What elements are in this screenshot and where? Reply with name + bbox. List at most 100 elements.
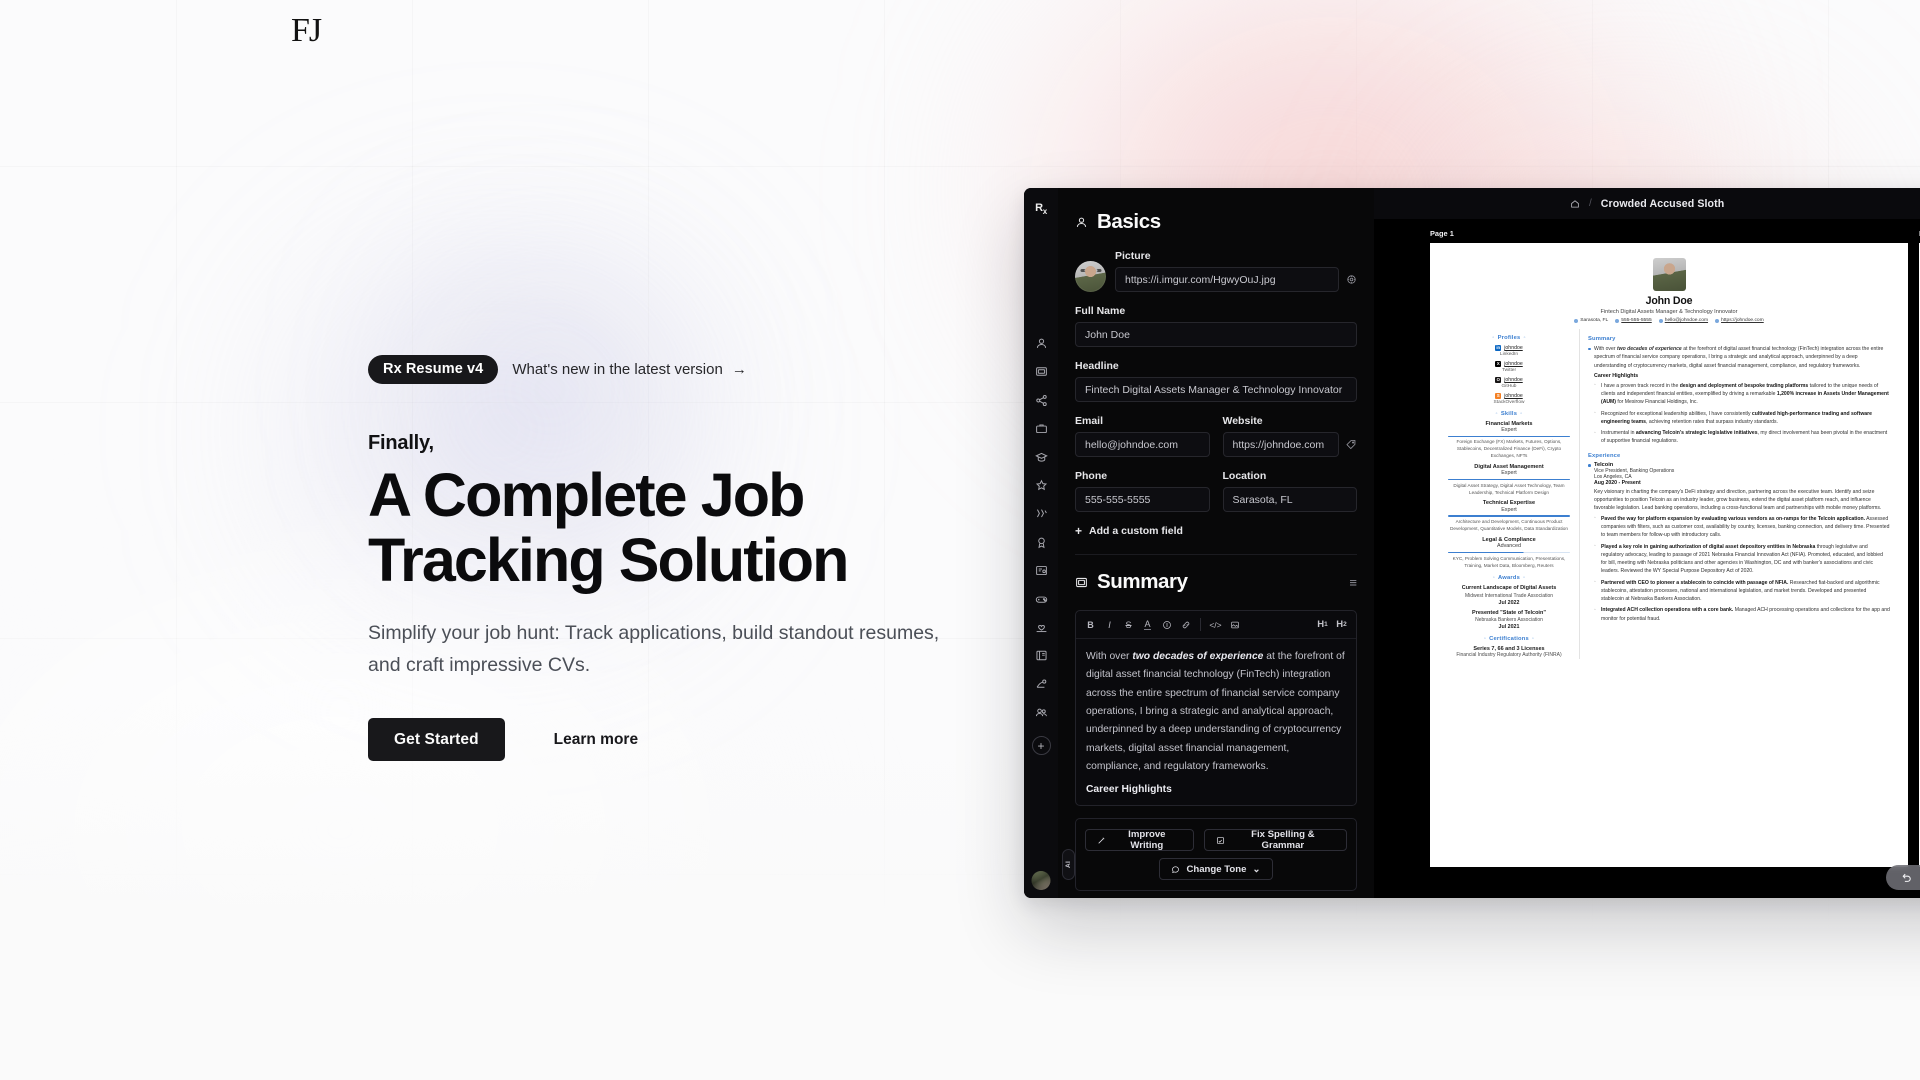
skill-keywords: Foreign Exchange (FX) Markets, Futures, …	[1456, 439, 1562, 459]
highlight-icon[interactable]	[1157, 615, 1176, 634]
ai-tab-label: AI	[1064, 861, 1072, 869]
skill-name: Financial Markets	[1485, 420, 1533, 427]
award-issuer: Nebraska Bankers Association	[1475, 617, 1543, 624]
toolbar-divider	[1200, 618, 1201, 631]
contact-phone: 555-555-5555	[1615, 318, 1652, 323]
sidebar-item-certifications[interactable]	[1034, 563, 1049, 578]
ai-assist-panel: AI Improve Writing Fix Spelling & Gramma…	[1062, 818, 1357, 892]
sidebar-item-awards[interactable]	[1034, 535, 1049, 550]
text-color-icon[interactable]: A	[1138, 615, 1157, 634]
profile-network: Twitter	[1501, 367, 1517, 373]
headline-input[interactable]	[1075, 377, 1357, 402]
sidebar-item-references[interactable]	[1034, 705, 1049, 720]
skill-level-bar	[1448, 515, 1570, 517]
experience-bullet-item: Paved the way for platform expansion by …	[1594, 514, 1890, 540]
picture-settings-icon[interactable]	[1346, 274, 1357, 285]
code-icon[interactable]: </>	[1206, 615, 1225, 634]
award-issuer: Midwest International Trade Association	[1464, 593, 1554, 600]
skill-keywords: KYC, Problem Solving Communication, Pres…	[1452, 555, 1566, 568]
sidebar-item-languages[interactable]	[1034, 506, 1049, 521]
preview-canvas[interactable]: Page 1 Page 2 John Doe Fintech Digital A…	[1374, 219, 1920, 898]
whats-new-label: What's new in the latest version	[512, 361, 723, 378]
sidebar-item-publications[interactable]	[1034, 648, 1049, 663]
learn-more-button[interactable]: Learn more	[541, 718, 638, 761]
sidebar-item-basics[interactable]	[1034, 336, 1049, 351]
bold-icon[interactable]: B	[1081, 615, 1100, 634]
award-date: Jul 2021	[1498, 624, 1520, 631]
profile-item: in johndoe LinkedIn	[1448, 345, 1570, 357]
add-custom-field-button[interactable]: + Add a custom field	[1075, 525, 1357, 537]
get-started-button[interactable]: Get Started	[368, 718, 505, 762]
tag-icon[interactable]	[1346, 439, 1357, 450]
link-icon[interactable]	[1176, 615, 1195, 634]
sidebar-item-experience[interactable]	[1034, 421, 1049, 436]
whats-new-link[interactable]: What's new in the latest version →	[512, 361, 746, 378]
skill-item: Legal & Compliance Advanced KYC, Problem S…	[1448, 537, 1570, 570]
heading-1-icon[interactable]: H1	[1313, 615, 1332, 634]
sidebar-item-projects[interactable]	[1034, 677, 1049, 692]
rx-resume-logo[interactable]: Rx	[1035, 202, 1047, 216]
hero-announcement-row: Rx Resume v4 What's new in the latest ve…	[368, 355, 988, 384]
learn-more-label: Learn more	[553, 730, 639, 748]
version-badge: Rx Resume v4	[368, 355, 499, 384]
picture-url-input[interactable]	[1115, 267, 1339, 292]
award-item: Current Landscape of Digital Assets Midwe…	[1448, 585, 1570, 605]
user-avatar[interactable]	[1031, 871, 1051, 890]
resume-name: John Doe	[1645, 295, 1693, 307]
fix-spelling-button[interactable]: Fix Spelling & Grammar	[1203, 829, 1347, 852]
contact-location: Sarasota, FL	[1574, 318, 1608, 323]
italic-icon[interactable]: I	[1100, 615, 1119, 634]
location-icon	[1574, 318, 1579, 323]
hero-section: Rx Resume v4 What's new in the latest ve…	[368, 355, 988, 762]
summary-editor: B I S A </> H1 H2 With over two decades …	[1075, 610, 1357, 807]
skill-item: Financial Markets Expert Foreign Exchange …	[1448, 421, 1570, 460]
phone-input[interactable]	[1075, 487, 1210, 512]
undo-icon[interactable]	[1900, 871, 1913, 884]
sidebar-item-interests[interactable]	[1034, 592, 1049, 607]
website-input[interactable]	[1222, 432, 1339, 457]
website-label: Website	[1222, 415, 1263, 427]
experience-bullet-item: Partnered with CEO to pioneer a stableco…	[1594, 578, 1890, 604]
resume-title[interactable]: Crowded Accused Sloth	[1601, 198, 1725, 210]
summary-editor-body[interactable]: With over two decades of experience at t…	[1076, 639, 1356, 805]
sidebar-item-profiles[interactable]	[1034, 393, 1049, 408]
basics-form-panel: Basics Picture Full Name Headline	[1058, 188, 1374, 898]
phone-field: Phone	[1075, 470, 1210, 512]
chevron-down-icon: ⌄	[1252, 863, 1261, 875]
fj-monogram-logo[interactable]: FJ	[291, 14, 322, 48]
sidebar-item-volunteering[interactable]	[1034, 620, 1049, 635]
summary-options-icon[interactable]: ≡	[1349, 576, 1357, 589]
summary-bold: two decades of experience	[1132, 651, 1264, 662]
picture-field: Picture	[1115, 250, 1357, 292]
award-title: Current Landscape of Digital Assets	[1461, 585, 1557, 592]
change-tone-button[interactable]: Change Tone ⌄	[1159, 858, 1273, 881]
add-custom-field-label: Add a custom field	[1089, 525, 1183, 537]
house-icon[interactable]	[1570, 199, 1580, 209]
sidebar-item-education[interactable]	[1034, 450, 1049, 465]
email-input[interactable]	[1075, 432, 1210, 457]
awards-section-title: Awards	[1448, 575, 1570, 581]
location-input[interactable]	[1222, 487, 1357, 512]
full-name-input[interactable]	[1075, 322, 1357, 347]
ai-tab-toggle[interactable]: AI	[1062, 849, 1075, 881]
add-section-button[interactable]: +	[1031, 736, 1051, 756]
sidebar-item-summary[interactable]	[1034, 364, 1049, 379]
improve-writing-button[interactable]: Improve Writing	[1085, 829, 1194, 852]
chat-icon	[1171, 865, 1180, 874]
career-highlight-item: Instrumental in advancing Telcoin's stra…	[1594, 429, 1890, 446]
strikethrough-icon[interactable]: S	[1119, 615, 1138, 634]
image-icon[interactable]	[1225, 615, 1244, 634]
skill-item: Technical Expertise Expert Architecture an…	[1448, 500, 1570, 533]
contact-phone-text: 555-555-5555	[1621, 318, 1652, 323]
headline-label: Headline	[1075, 360, 1119, 372]
heading-2-icon[interactable]: H2	[1332, 615, 1351, 634]
summary-title: Summary	[1097, 570, 1188, 593]
picture-label: Picture	[1115, 250, 1151, 262]
experience-bullets: Paved the way for platform expansion by …	[1594, 514, 1890, 623]
section-divider	[1075, 554, 1357, 555]
phone-icon	[1615, 318, 1620, 323]
profile-handle: johndoe	[1504, 393, 1523, 399]
sidebar-item-skills[interactable]	[1034, 478, 1049, 493]
headline-field: Headline	[1075, 360, 1357, 402]
resume-columns: Profiles injohndoeLinkedInXjohndoeTwitte…	[1448, 329, 1890, 660]
